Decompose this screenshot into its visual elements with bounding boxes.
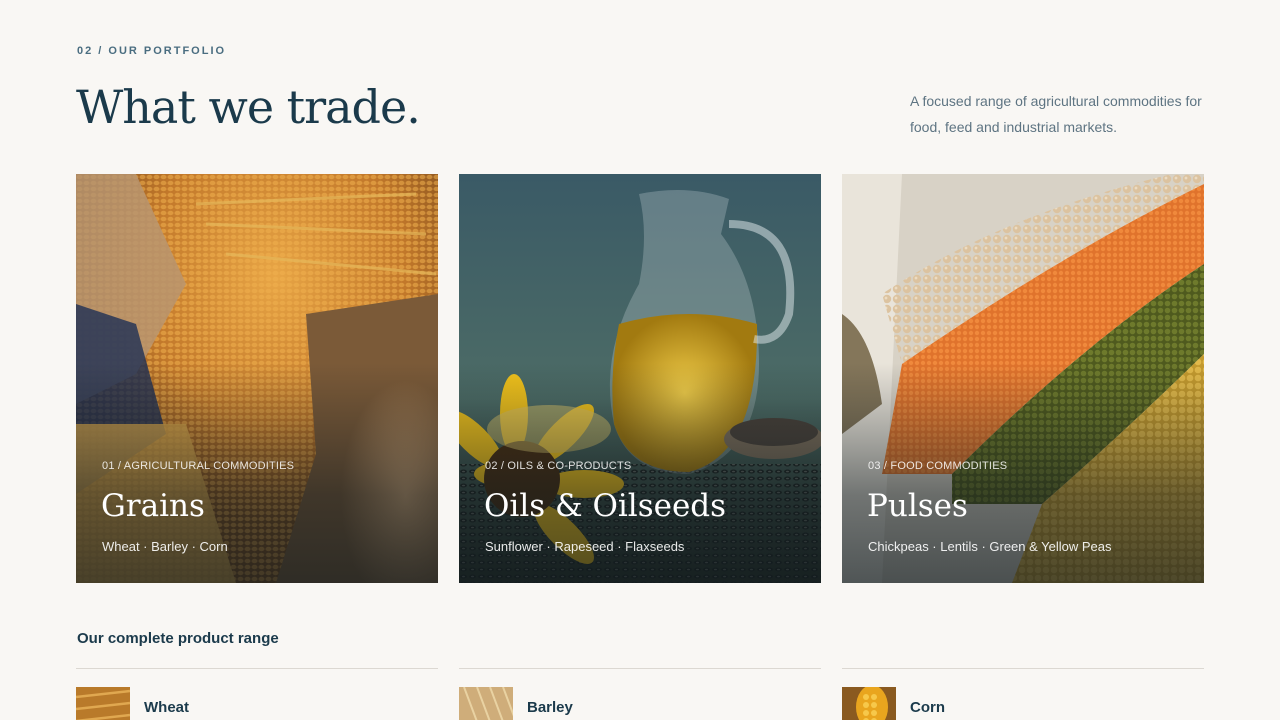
product-range-title: Our complete product range [77,630,279,647]
card-category: 01 / AGRICULTURAL COMMODITIES [102,460,295,472]
product-range-list: Wheat Barley Corn [76,668,1204,720]
card-items: Chickpeas · Lentils · Green & Yellow Pea… [868,539,1112,554]
wheat-thumb [76,687,130,720]
section-intro: A focused range of agricultural commodit… [910,93,1202,135]
card-items: Wheat · Barley · Corn [102,539,228,554]
card-category: 03 / FOOD COMMODITIES [868,460,1008,472]
product-name: Barley [527,698,573,716]
card-title: Grains [101,488,205,524]
section-headline: What we trade. [76,80,421,134]
card-grains[interactable]: 01 / AGRICULTURAL COMMODITIES Grains Whe… [76,174,438,583]
card-oils-oilseeds[interactable]: 02 / OILS & CO-PRODUCTS Oils & Oilseeds … [459,174,821,583]
card-title: Pulses [867,488,968,524]
portfolio-cards: 01 / AGRICULTURAL COMMODITIES Grains Whe… [76,174,1204,583]
barley-thumb [459,687,513,720]
product-item-barley[interactable]: Barley [459,668,821,720]
product-name: Wheat [144,698,189,716]
card-items: Sunflower · Rapeseed · Flaxseeds [485,539,685,554]
card-title: Oils & Oilseeds [484,488,727,524]
product-item-wheat[interactable]: Wheat [76,668,438,720]
product-item-corn[interactable]: Corn [842,668,1204,720]
corn-thumb [842,687,896,720]
product-name: Corn [910,698,945,716]
card-category: 02 / OILS & CO-PRODUCTS [485,460,632,472]
section-eyebrow: 02 / OUR PORTFOLIO [77,45,227,57]
card-pulses[interactable]: 03 / FOOD COMMODITIES Pulses Chickpeas ·… [842,174,1204,583]
